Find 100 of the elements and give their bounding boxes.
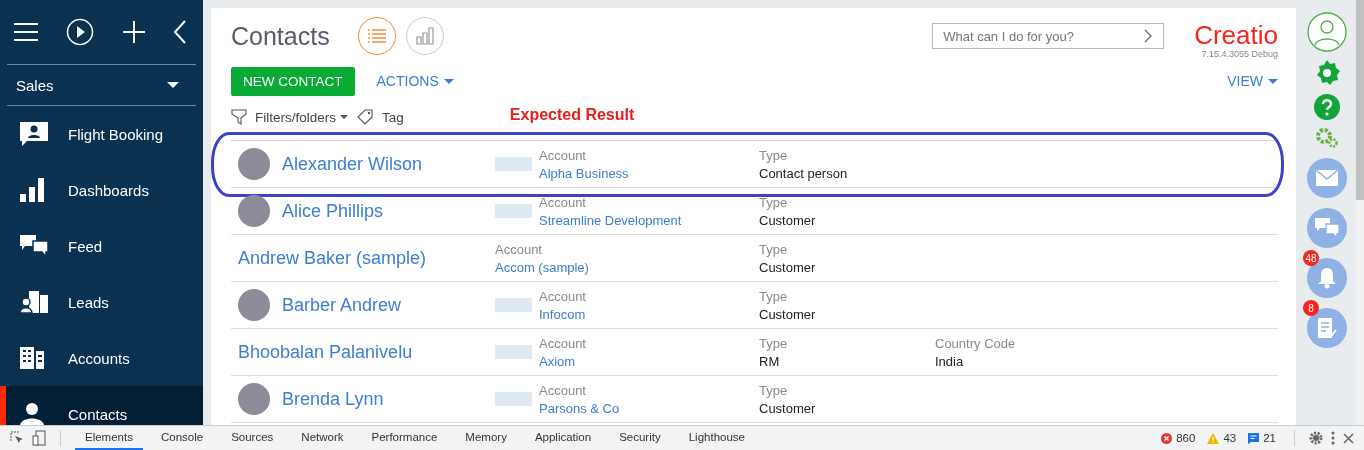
filters-folders-dropdown[interactable]: Filters/folders bbox=[255, 109, 349, 125]
field-label: Account bbox=[539, 147, 587, 163]
profile-icon[interactable] bbox=[1307, 12, 1347, 52]
warning-count: 43 bbox=[1223, 432, 1237, 444]
count-badge: 8 bbox=[1303, 300, 1319, 316]
devtools-tab[interactable]: Application bbox=[524, 426, 602, 450]
page-title: Contacts bbox=[231, 21, 330, 51]
contact-name-link[interactable]: Brenda Lynn bbox=[282, 388, 384, 410]
workplace-dropdown[interactable]: Sales bbox=[7, 65, 196, 106]
sidebar-item[interactable]: Accounts bbox=[0, 330, 203, 386]
gears-icon[interactable] bbox=[1316, 128, 1338, 148]
contact-card-icon bbox=[20, 122, 48, 146]
devtools-tab[interactable]: Console bbox=[150, 426, 214, 450]
account-link[interactable]: Parsons & Co bbox=[539, 400, 620, 416]
logo-text: Creatio bbox=[1194, 21, 1278, 49]
count-badge: 48 bbox=[1303, 250, 1319, 266]
chat-bubbles-icon bbox=[20, 235, 48, 257]
device-icon[interactable] bbox=[32, 430, 46, 446]
task-list-icon bbox=[1317, 317, 1337, 339]
devtools-tab[interactable]: Elements bbox=[75, 426, 143, 450]
devtools-tab[interactable]: Sources bbox=[221, 426, 284, 450]
sidebar-item[interactable]: Flight Booking bbox=[0, 106, 203, 162]
account-link[interactable]: Streamline Development bbox=[539, 212, 682, 228]
field-label: Account bbox=[539, 288, 586, 304]
account-link[interactable]: Infocom bbox=[539, 306, 586, 322]
devtools-tab[interactable]: Network bbox=[291, 426, 354, 450]
contact-row[interactable]: Alexander Wilson Account Alpha Business Type Contact person bbox=[231, 140, 1278, 188]
chevron-right-icon[interactable] bbox=[1144, 29, 1153, 43]
field-label: Type bbox=[759, 382, 789, 398]
field-value: Contact person bbox=[759, 165, 849, 181]
field-label: Type bbox=[759, 147, 789, 163]
search-field[interactable]: What can I do for you? bbox=[932, 23, 1165, 49]
account-link[interactable]: Accom (sample) bbox=[495, 259, 589, 275]
field-label: Type bbox=[759, 288, 789, 304]
devtools-tab[interactable]: Memory bbox=[455, 426, 517, 450]
more-icon[interactable] bbox=[1331, 431, 1335, 445]
sidebar-item[interactable]: Leads bbox=[0, 274, 203, 330]
field-label: Account bbox=[539, 335, 586, 351]
field-value: Customer bbox=[759, 400, 817, 416]
actions-dropdown[interactable]: ACTIONS bbox=[376, 73, 454, 89]
contact-name-link[interactable]: Barber Andrew bbox=[282, 294, 402, 316]
sidebar-item[interactable]: Contacts bbox=[0, 386, 203, 425]
person-building-icon bbox=[20, 291, 48, 313]
menu-icon[interactable] bbox=[14, 22, 38, 42]
help-icon[interactable] bbox=[1314, 94, 1340, 120]
settings-icon[interactable] bbox=[1314, 60, 1340, 86]
bar-chart-icon bbox=[415, 27, 434, 45]
avatar-placeholder bbox=[238, 383, 270, 415]
field-value: RM bbox=[759, 353, 781, 369]
chat-button[interactable] bbox=[1307, 208, 1347, 248]
contact-name-link[interactable]: Bhoobalan Palanivelu bbox=[238, 341, 413, 363]
contact-row[interactable]: Alice Phillips Account Streamline Development Type Customer bbox=[231, 188, 1278, 235]
bar-chart-icon bbox=[20, 178, 44, 202]
field-label: Account bbox=[539, 382, 587, 398]
contact-row[interactable]: Brenda Lynn Account Parsons & Co Type Customer bbox=[231, 376, 1278, 423]
devtools-tab[interactable]: Performance bbox=[361, 426, 448, 450]
tag-button[interactable]: Tag bbox=[382, 109, 404, 125]
account-link[interactable]: Axiom bbox=[539, 353, 586, 369]
contact-name-link[interactable]: Andrew Baker (sample) bbox=[238, 247, 427, 269]
avatar-placeholder bbox=[238, 289, 270, 321]
logo-placeholder bbox=[495, 392, 532, 406]
tag-icon[interactable] bbox=[356, 109, 375, 125]
contact-name-link[interactable]: Alice Phillips bbox=[282, 200, 384, 222]
field-label: Type bbox=[759, 241, 789, 257]
bell-icon bbox=[1317, 267, 1337, 289]
person-icon bbox=[20, 402, 44, 425]
play-icon[interactable] bbox=[66, 18, 95, 46]
inspect-icon[interactable] bbox=[10, 431, 24, 445]
annotation-label: Expected Result bbox=[509, 106, 635, 124]
envelope-icon bbox=[1315, 169, 1339, 187]
devtools-tab[interactable]: Lighthouse bbox=[678, 426, 755, 450]
chat-bubbles-icon bbox=[1315, 218, 1339, 238]
plus-icon[interactable] bbox=[122, 21, 145, 43]
field-label: Account bbox=[495, 241, 543, 257]
field-label: Type bbox=[759, 194, 789, 210]
contact-row[interactable]: Barber Andrew Account Infocom Type Customer bbox=[231, 282, 1278, 329]
logo-placeholder bbox=[495, 157, 532, 171]
filter-icon[interactable] bbox=[231, 109, 247, 125]
contact-row[interactable]: Andrew Baker (sample) Account Accom (sample) Type Customer bbox=[231, 235, 1278, 282]
sidebar-item[interactable]: Dashboards bbox=[0, 162, 203, 218]
field-value: Customer bbox=[759, 212, 817, 228]
account-link[interactable]: Alpha Business bbox=[539, 165, 629, 181]
sidebar-item[interactable]: Feed bbox=[0, 218, 203, 274]
error-icon bbox=[1161, 432, 1173, 444]
contact-row[interactable]: Bhoobalan Palanivelu Account Axiom Type RM Country Code India bbox=[231, 329, 1278, 376]
avatar-placeholder bbox=[238, 148, 270, 180]
close-icon[interactable] bbox=[1343, 432, 1354, 444]
devtools-tab[interactable]: Security bbox=[609, 426, 671, 450]
avatar-placeholder bbox=[238, 195, 270, 227]
mail-button[interactable] bbox=[1307, 158, 1347, 198]
version-text: 7.15.4.3055 Debug bbox=[1201, 49, 1278, 59]
settings-icon[interactable] bbox=[1309, 431, 1323, 445]
chevron-left-icon[interactable] bbox=[173, 20, 187, 44]
scrollbar-thumb[interactable] bbox=[1356, 0, 1364, 200]
contact-name-link[interactable]: Alexander Wilson bbox=[282, 153, 423, 175]
building-icon bbox=[20, 347, 44, 369]
view-dropdown[interactable]: VIEW bbox=[1227, 73, 1278, 89]
field-value: Customer bbox=[759, 259, 817, 275]
logo-placeholder bbox=[495, 345, 532, 359]
field-label: Type bbox=[759, 335, 789, 351]
